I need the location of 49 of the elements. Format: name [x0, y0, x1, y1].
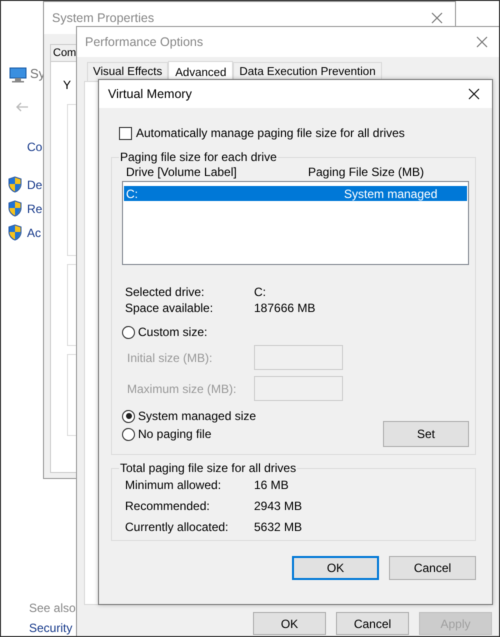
info-label: Currently allocated: — [125, 520, 230, 534]
radio-label[interactable]: No paging file — [138, 427, 212, 441]
set-button[interactable]: Set — [383, 421, 469, 447]
info-label: Space available: — [125, 301, 214, 315]
radio-button[interactable] — [122, 428, 135, 440]
window-title: Performance Options — [85, 35, 204, 49]
security-link[interactable]: Security — [29, 621, 72, 635]
computer-icon — [9, 67, 27, 83]
checkbox-label[interactable]: Automatically manage paging file size for all drives — [136, 126, 405, 140]
shield-icon — [7, 224, 23, 241]
field-label: Maximum size (MB): — [127, 382, 238, 396]
info-label: Selected drive: — [125, 285, 206, 299]
dialog-button[interactable]: Cancel — [389, 556, 476, 580]
info-value: 187666 MB — [254, 301, 316, 315]
paging-size: System managed — [344, 186, 438, 200]
task-link[interactable]: Re — [27, 202, 42, 216]
drive-row[interactable]: C: System managed — [124, 186, 467, 201]
info-value: 16 MB — [254, 478, 290, 492]
dialog-button[interactable]: Cancel — [336, 612, 409, 635]
tab[interactable]: Visual Effects — [87, 62, 168, 81]
window-title: Virtual Memory — [108, 87, 192, 101]
group-title: Total paging file size for all drives — [119, 461, 298, 475]
field-label: Initial size (MB): — [127, 350, 214, 364]
see-also-heading: See also — [29, 601, 76, 615]
dialog-button[interactable]: OK — [253, 612, 326, 635]
checkbox[interactable] — [119, 126, 132, 140]
radio-label[interactable]: Custom size: — [138, 325, 208, 339]
radio-label[interactable]: System managed size — [138, 409, 256, 423]
info-value: 2943 MB — [254, 499, 304, 513]
control-panel-link[interactable]: Co — [27, 140, 42, 154]
radio-button[interactable] — [122, 410, 135, 422]
close-icon[interactable] — [468, 88, 480, 100]
radio-button[interactable] — [122, 326, 135, 338]
dialog-button[interactable]: OK — [292, 556, 379, 580]
drive-letter: C: — [126, 186, 139, 200]
info-label: Minimum allowed: — [125, 478, 222, 492]
task-link[interactable]: Ac — [27, 226, 42, 240]
info-value: C: — [254, 285, 267, 299]
shield-icon — [7, 176, 23, 193]
drive-list[interactable]: C: System managed — [122, 181, 469, 265]
column-header: Drive [Volume Label] — [126, 165, 238, 179]
group-title: Paging file size for each drive — [119, 150, 278, 164]
window-title: System Properties — [52, 11, 154, 25]
info-label: Recommended: — [125, 499, 211, 513]
panel-text: Y — [63, 78, 72, 92]
shield-icon — [7, 200, 23, 217]
task-link[interactable]: De — [27, 178, 42, 192]
column-header: Paging File Size (MB) — [308, 165, 426, 179]
info-value: 5632 MB — [254, 520, 304, 534]
